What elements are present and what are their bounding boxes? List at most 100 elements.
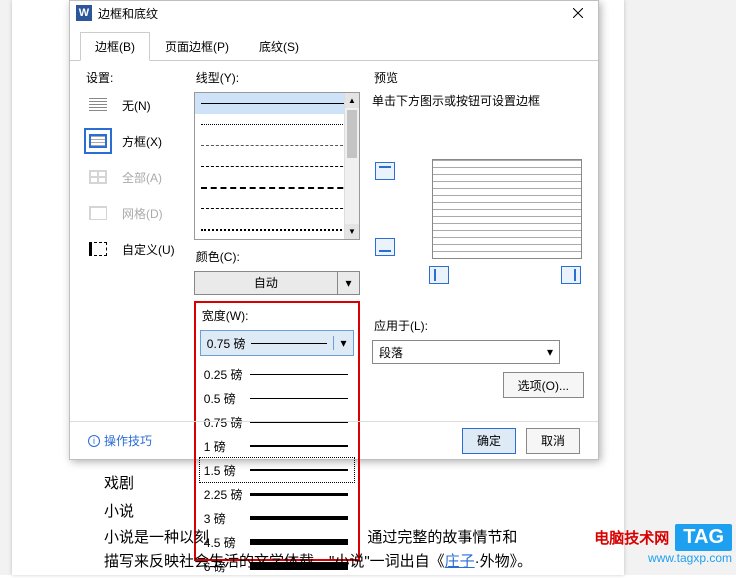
toggle-right-border[interactable] [561, 266, 581, 284]
line-preview [201, 208, 353, 209]
bg-line-4-pre: 描写来反映社会生活的文学体载，"小说"一词出自《 [104, 553, 445, 570]
setting-box-label: 方框(X) [122, 133, 162, 150]
width-option-0[interactable]: 0.25 磅 [200, 362, 354, 386]
width-option-preview [250, 516, 348, 520]
apply-to-select[interactable]: 段落 ▾ [372, 340, 560, 364]
line-preview [201, 229, 353, 231]
zhuangzi-link[interactable]: 庄子 [445, 553, 475, 570]
width-selected-preview [251, 343, 327, 344]
bg-line-3-pre: 小说是一种以刻 [104, 529, 209, 546]
watermark-url: www.tagxp.com [594, 551, 732, 565]
bg-line-3-post: 通过完整的故事情节和 [367, 529, 517, 546]
apply-to-label: 应用于(L): [372, 317, 584, 334]
scroll-down-icon[interactable]: ▼ [345, 224, 359, 239]
bg-line-4: 描写来反映社会生活的文学体载，"小说"一词出自《庄子·外物》。 [104, 550, 654, 574]
apply-to-value: 段落 [379, 344, 403, 361]
preview-label: 预览 [372, 69, 584, 86]
setting-grid-label: 网格(D) [122, 205, 163, 222]
style-column: 线型(Y): ▲ ▼ 颜色(C): 自动 ▾ 宽度(W): 0.75 磅 [194, 69, 360, 561]
setting-none[interactable]: 无(N) [84, 92, 182, 118]
setting-box[interactable]: 方框(X) [84, 128, 182, 154]
line-style-option-2[interactable] [195, 135, 359, 156]
width-option-preview [250, 469, 348, 471]
color-label: 颜色(C): [194, 248, 360, 265]
width-option-preview [250, 374, 348, 375]
watermark: 电脑技术网 TAG www.tagxp.com [594, 524, 732, 565]
width-option-preview [250, 398, 348, 399]
style-label: 线型(Y): [194, 69, 360, 86]
close-button[interactable] [558, 1, 598, 25]
width-option-4[interactable]: 1.5 磅 [200, 458, 354, 482]
line-style-list[interactable]: ▲ ▼ [194, 92, 360, 240]
watermark-text: 电脑技术网 [594, 527, 669, 548]
line-style-option-5[interactable] [195, 198, 359, 219]
setting-grid-icon [84, 200, 112, 226]
width-option-label: 0.25 磅 [202, 366, 250, 383]
setting-custom-label: 自定义(U) [122, 241, 175, 258]
line-style-option-0[interactable] [195, 93, 359, 114]
tips-label: 操作技巧 [104, 432, 152, 449]
preview-column: 预览 单击下方图示或按钮可设置边框 应用于(L): 段落 ▾ [372, 69, 584, 561]
app-icon: W [76, 5, 92, 21]
setting-all-icon [84, 164, 112, 190]
dialog-content: 设置: 无(N) 方框(X) 全部(A) 网格(D) 自定义(U) 线型(Y): ▲ ▼… [70, 61, 598, 569]
width-option-label: 1.5 磅 [202, 462, 250, 479]
bg-line-1: 戏剧 [104, 472, 134, 496]
line-style-option-6[interactable] [195, 219, 359, 240]
line-style-option-1[interactable] [195, 114, 359, 135]
ok-button[interactable]: 确定 [462, 428, 516, 454]
tab-page-borders[interactable]: 页面边框(P) [150, 32, 244, 61]
tab-shading[interactable]: 底纹(S) [244, 32, 314, 61]
color-value: 自动 [195, 272, 337, 294]
width-option-1[interactable]: 0.5 磅 [200, 386, 354, 410]
width-option-5[interactable]: 2.25 磅 [200, 482, 354, 506]
bg-line-2: 小说 [104, 500, 134, 524]
width-option-label: 2.25 磅 [202, 486, 250, 503]
line-style-scrollbar[interactable]: ▲ ▼ [344, 93, 359, 239]
setting-all-label: 全部(A) [122, 169, 162, 186]
chevron-down-icon[interactable]: ▾ [333, 336, 353, 350]
line-preview [201, 166, 353, 167]
close-icon [573, 8, 583, 18]
preview-hint: 单击下方图示或按钮可设置边框 [372, 92, 584, 109]
color-select[interactable]: 自动 ▾ [194, 271, 360, 295]
line-preview [201, 124, 353, 125]
bg-line-4-post: ·外物》。 [475, 553, 533, 570]
line-style-option-4[interactable] [195, 177, 359, 198]
options-button[interactable]: 选项(O)... [503, 372, 584, 398]
width-label: 宽度(W): [200, 307, 354, 324]
toggle-top-border[interactable] [375, 162, 395, 180]
tips-link[interactable]: i 操作技巧 [88, 432, 152, 449]
scroll-up-icon[interactable]: ▲ [345, 93, 359, 108]
toggle-left-border[interactable] [429, 266, 449, 284]
line-preview [201, 187, 353, 189]
setting-custom-icon [84, 236, 112, 262]
line-preview [201, 145, 353, 146]
dialog-title: 边框和底纹 [98, 5, 558, 22]
setting-all: 全部(A) [84, 164, 182, 190]
dialog-footer: i 操作技巧 确定 取消 [70, 421, 598, 459]
preview-frame[interactable] [432, 159, 582, 259]
chevron-down-icon[interactable]: ▾ [337, 272, 359, 294]
toggle-bottom-border[interactable] [375, 238, 395, 256]
borders-and-shading-dialog: W 边框和底纹 边框(B) 页面边框(P) 底纹(S) 设置: 无(N) 方框(X… [69, 0, 599, 460]
info-icon: i [88, 435, 100, 447]
line-style-option-3[interactable] [195, 156, 359, 177]
tab-borders[interactable]: 边框(B) [80, 32, 150, 61]
width-option-label: 3 磅 [202, 510, 250, 527]
setting-custom[interactable]: 自定义(U) [84, 236, 182, 262]
cancel-button[interactable]: 取消 [526, 428, 580, 454]
setting-box-icon [84, 128, 112, 154]
setting-none-icon [84, 92, 112, 118]
titlebar: W 边框和底纹 [70, 1, 598, 25]
chevron-down-icon: ▾ [547, 345, 553, 359]
settings-label: 设置: [84, 69, 182, 86]
width-option-preview [250, 493, 348, 496]
bg-line-3: 小说是一种以刻 通过完整的故事情节和 [104, 526, 624, 550]
tab-bar: 边框(B) 页面边框(P) 底纹(S) [70, 31, 598, 61]
width-selected-value: 0.75 磅 [201, 335, 252, 352]
setting-none-label: 无(N) [122, 97, 151, 114]
watermark-tag: TAG [675, 524, 732, 551]
width-select[interactable]: 0.75 磅 ▾ [200, 330, 354, 356]
scroll-thumb[interactable] [347, 110, 357, 158]
